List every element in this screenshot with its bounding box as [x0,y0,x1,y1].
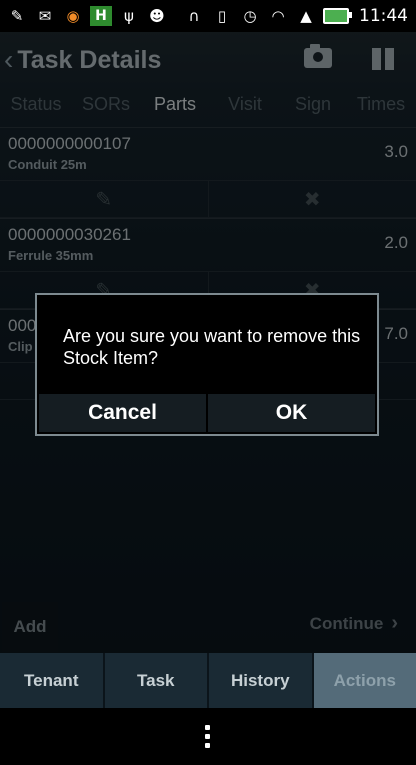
tab-tenant[interactable]: Tenant [0,653,105,708]
bottom-tab-bar: Tenant Task History Actions [0,653,416,708]
navigation-bar [0,708,416,765]
status-bar: ✎ ✉ ◉ H ψ ☻ ∩ ▯ ◷ ◠ ▲ 11:44 [0,0,416,32]
tab-task[interactable]: Task [105,653,209,708]
headset-icon: ∩ [188,7,200,25]
notification-icons: ✎ ✉ ◉ H ψ ☻ [0,6,168,26]
tab-history[interactable]: History [209,653,314,708]
system-icons: ∩ ▯ ◷ ◠ ▲ 11:44 [183,6,416,26]
confirm-remove-dialog: Are you sure you want to remove this Sto… [35,293,379,436]
dialog-buttons: Cancel OK [39,394,375,432]
dialog-message: Are you sure you want to remove this Sto… [63,326,361,368]
overflow-menu-icon[interactable] [205,725,211,748]
tab-actions[interactable]: Actions [313,653,416,708]
ok-button[interactable]: OK [208,394,375,432]
alarm-icon: ◷ [243,7,257,25]
usb-icon: ψ [124,7,134,25]
vibrate-icon: ▯ [217,7,227,25]
mail-icon: ✉ [38,7,52,25]
orange-circle-icon: ◉ [66,7,80,25]
signal-icon: ▲ [300,7,312,25]
android-icon: ☻ [149,7,165,25]
clock: 11:44 [359,6,408,26]
cancel-button[interactable]: Cancel [39,394,206,432]
battery-icon [323,8,352,24]
wifi-icon: ◠ [271,7,285,25]
edit-icon: ✎ [10,7,24,25]
h-app-icon: H [90,6,112,26]
